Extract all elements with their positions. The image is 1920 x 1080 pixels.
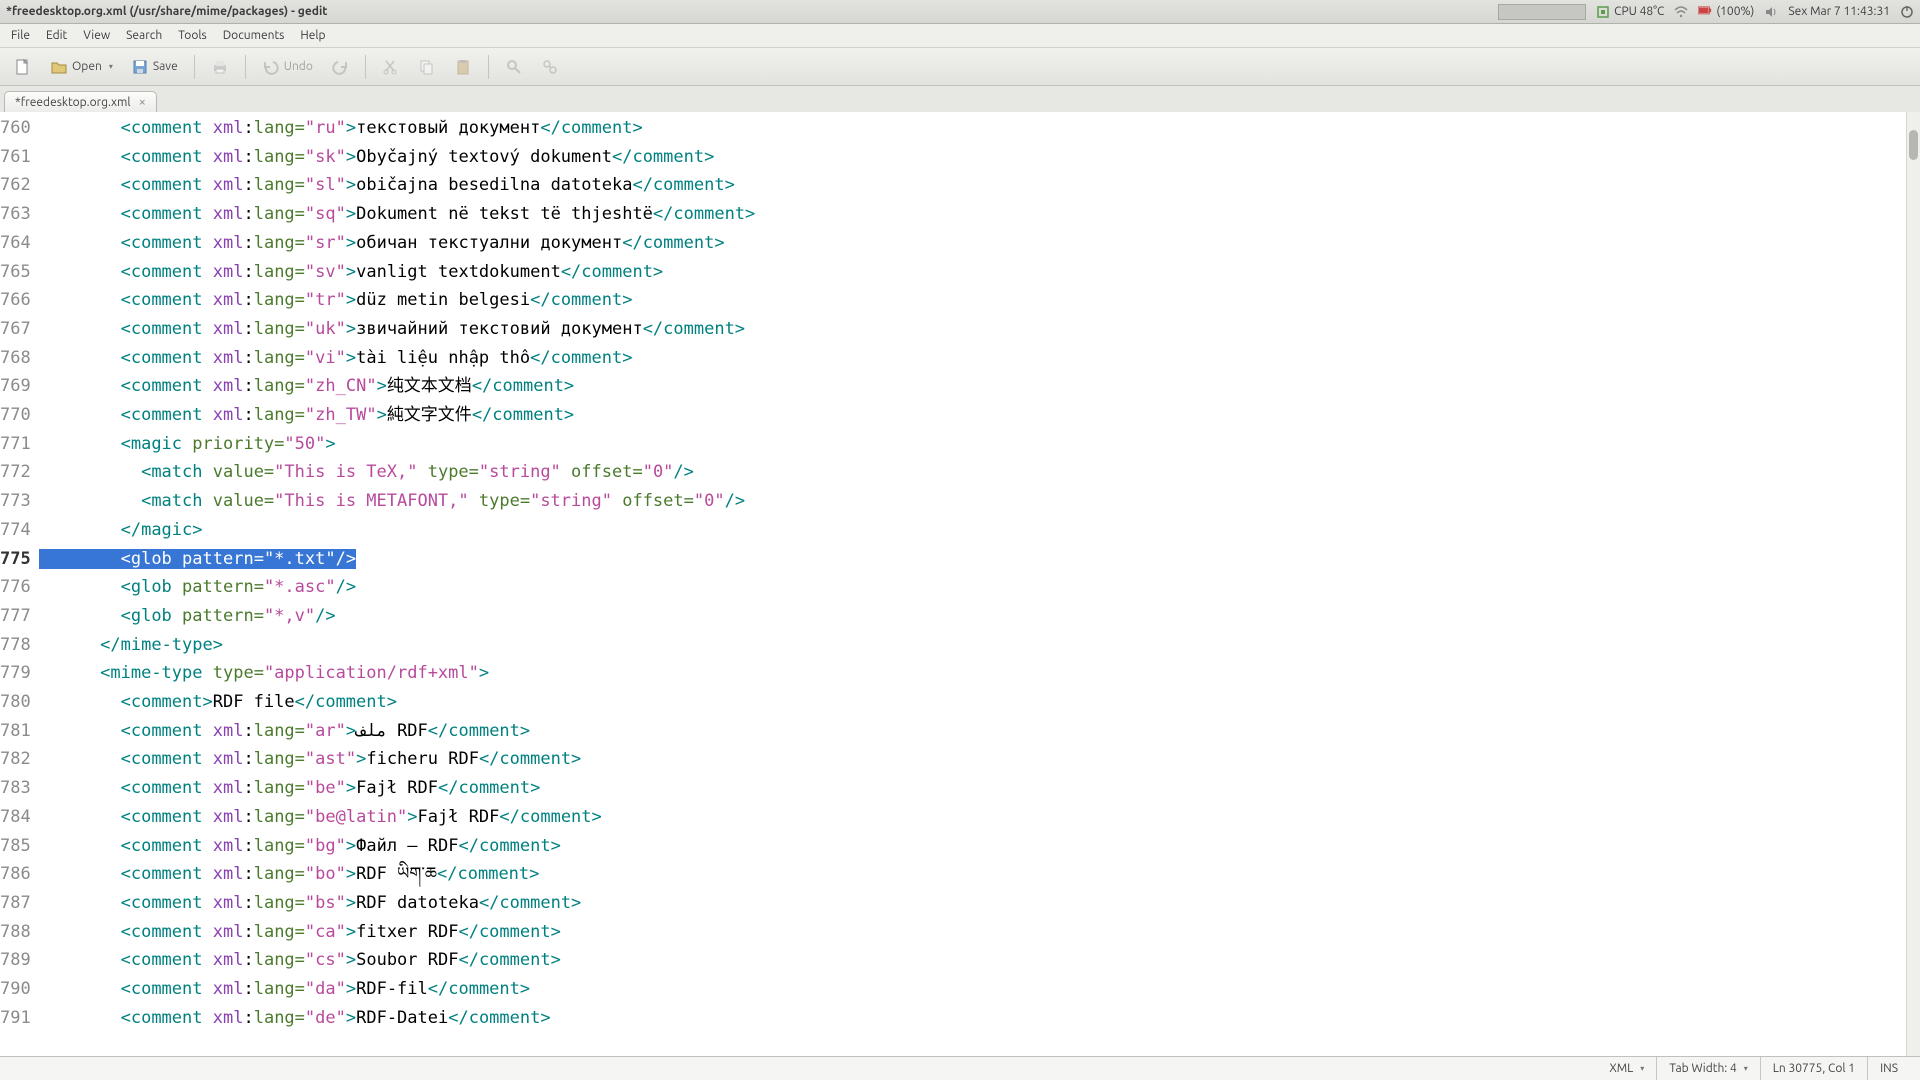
redo-icon [331,58,349,76]
print-button[interactable] [205,54,235,80]
scrollbar-thumb[interactable] [1909,130,1918,160]
cut-button[interactable] [376,54,406,80]
tab-document[interactable]: *freedesktop.org.xml × [4,91,157,112]
search-replace-icon [541,58,559,76]
menu-view[interactable]: View [76,27,117,44]
battery-icon [1698,5,1712,19]
menu-search[interactable]: Search [119,27,169,44]
toolbar: Open▾ Save Undo [0,48,1920,86]
status-language[interactable]: XML▾ [1597,1057,1656,1080]
cpu-icon [1596,5,1610,19]
save-button[interactable]: Save [125,54,184,80]
system-tray: CPU 48°C (100%) Sex Mar 7 11:43:31 [1498,4,1914,20]
tab-label: *freedesktop.org.xml [15,96,131,109]
tray-placeholder [1498,4,1586,20]
menu-documents[interactable]: Documents [216,27,292,44]
find-replace-button[interactable] [535,54,565,80]
menu-edit[interactable]: Edit [39,27,74,44]
status-cursor-position: Ln 30775, Col 1 [1760,1057,1867,1080]
menu-file[interactable]: File [4,27,37,44]
redo-button[interactable] [325,54,355,80]
status-tab-width[interactable]: Tab Width: 4▾ [1656,1057,1759,1080]
find-button[interactable] [499,54,529,80]
power-icon[interactable] [1900,5,1914,19]
status-insert-mode[interactable]: INS [1867,1057,1910,1080]
window-title: *freedesktop.org.xml (/usr/share/mime/pa… [6,5,327,18]
open-icon [50,58,68,76]
close-icon[interactable]: × [139,95,146,109]
editor-area[interactable]: 7607617627637647657667677687697707717727… [0,112,1920,1056]
tab-bar: *freedesktop.org.xml × [0,86,1920,112]
volume-icon[interactable] [1764,5,1778,19]
cut-icon [382,58,400,76]
undo-icon [262,58,280,76]
code-content[interactable]: <comment xml:lang="ru">текстовый докумен… [39,112,1920,1056]
new-file-button[interactable] [8,54,38,80]
battery-indicator[interactable]: (100%) [1698,5,1754,19]
chevron-down-icon: ▾ [109,62,113,71]
line-number-gutter: 7607617627637647657667677687697707717727… [0,112,39,1056]
window-titlebar: *freedesktop.org.xml (/usr/share/mime/pa… [0,0,1920,24]
search-icon [505,58,523,76]
open-button[interactable]: Open▾ [44,54,119,80]
new-file-icon [14,58,32,76]
vertical-scrollbar[interactable] [1906,112,1920,1056]
paste-icon [454,58,472,76]
undo-button[interactable]: Undo [256,54,319,80]
cpu-indicator[interactable]: CPU 48°C [1596,5,1664,19]
clock[interactable]: Sex Mar 7 11:43:31 [1788,5,1890,18]
wifi-icon[interactable] [1674,5,1688,19]
menu-help[interactable]: Help [293,27,332,44]
copy-icon [418,58,436,76]
copy-button[interactable] [412,54,442,80]
status-bar: XML▾ Tab Width: 4▾ Ln 30775, Col 1 INS [0,1056,1920,1080]
print-icon [211,58,229,76]
menu-tools[interactable]: Tools [171,27,214,44]
menu-bar: File Edit View Search Tools Documents He… [0,24,1920,48]
paste-button[interactable] [448,54,478,80]
save-icon [131,58,149,76]
